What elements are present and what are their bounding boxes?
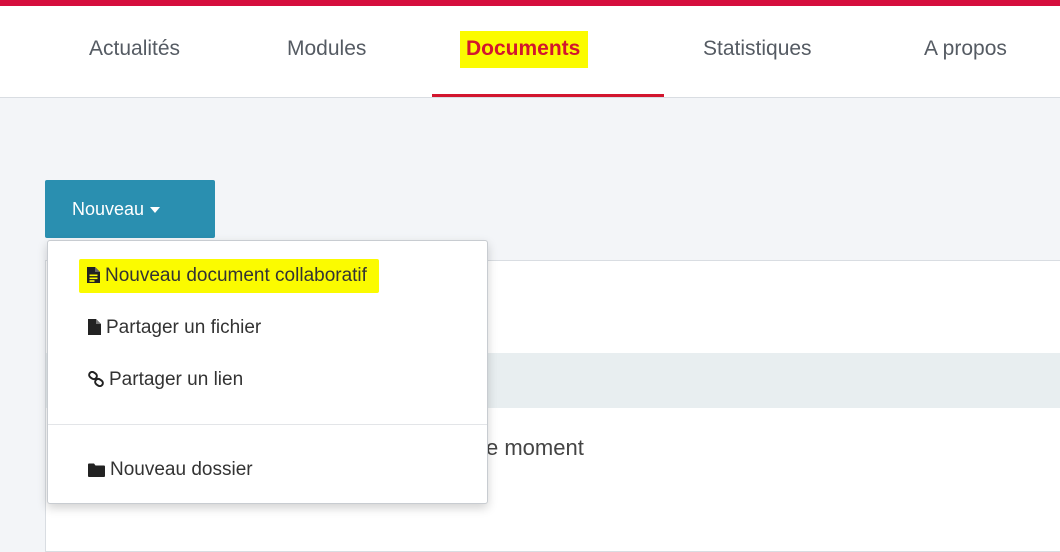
menu-item-label: Partager un fichier xyxy=(106,317,262,338)
file-icon xyxy=(88,319,101,335)
tab-a-propos[interactable]: A propos xyxy=(924,37,1007,61)
main-nav: Actualités Modules Documents Statistique… xyxy=(0,6,1060,98)
menu-divider xyxy=(48,424,487,425)
new-button-label: Nouveau xyxy=(72,199,145,219)
menu-item-new-folder[interactable]: Nouveau dossier xyxy=(88,459,253,481)
new-dropdown-menu: Nouveau document collaboratif Partager u… xyxy=(47,240,488,504)
new-button[interactable]: Nouveau xyxy=(45,180,215,238)
menu-item-new-collab-document[interactable]: Nouveau document collaboratif xyxy=(79,259,379,293)
empty-state-text: e moment xyxy=(486,435,584,460)
link-icon xyxy=(88,370,104,388)
tab-documents[interactable]: Documents xyxy=(460,31,589,68)
active-tab-indicator xyxy=(432,94,664,97)
folder-icon xyxy=(88,463,105,477)
caret-down-icon xyxy=(150,207,161,214)
tab-modules[interactable]: Modules xyxy=(287,37,366,61)
menu-item-label: Nouveau dossier xyxy=(110,459,253,480)
menu-item-label: Nouveau document collaboratif xyxy=(105,265,367,286)
tab-statistiques[interactable]: Statistiques xyxy=(703,37,812,61)
menu-item-share-file[interactable]: Partager un fichier xyxy=(88,317,261,339)
menu-item-share-link[interactable]: Partager un lien xyxy=(88,369,243,391)
menu-item-label: Partager un lien xyxy=(109,369,244,390)
document-text-icon xyxy=(87,267,100,283)
tab-actualites[interactable]: Actualités xyxy=(89,37,180,61)
tab-documents-label: Documents xyxy=(460,31,589,68)
